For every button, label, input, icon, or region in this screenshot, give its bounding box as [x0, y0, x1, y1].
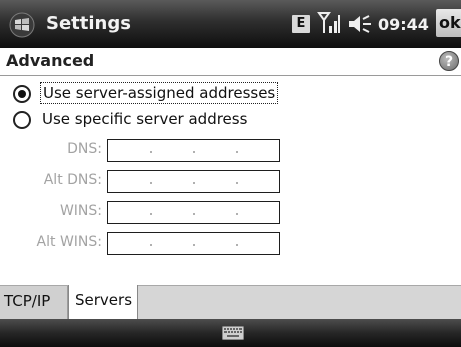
windows-start-icon[interactable]	[9, 12, 35, 38]
wins-input	[107, 201, 280, 224]
app-title: Settings	[46, 13, 131, 34]
radio-button[interactable]	[13, 85, 31, 103]
ip-separator	[236, 213, 238, 215]
page-title: Advanced	[6, 51, 95, 70]
softkey-bar	[0, 319, 461, 347]
ok-button[interactable]: ok	[436, 9, 461, 37]
dns-input	[107, 139, 280, 162]
speaker-icon[interactable]	[347, 13, 373, 35]
alt-wins-field-row: Alt WINS:	[0, 232, 102, 256]
alt-wins-input	[107, 232, 280, 255]
clock[interactable]: 09:44	[378, 15, 429, 34]
ip-separator	[236, 244, 238, 246]
tab-servers[interactable]: Servers	[68, 285, 138, 320]
dns-field-row: DNS:	[0, 139, 102, 163]
radio-label[interactable]: Use server-assigned addresses	[40, 82, 279, 104]
page-header: Advanced ?	[0, 48, 461, 76]
alt-dns-label: Alt DNS:	[43, 172, 102, 188]
radio-server-assigned[interactable]: Use server-assigned addresses	[13, 82, 279, 106]
radio-button[interactable]	[13, 111, 31, 129]
alt-dns-input	[107, 170, 280, 193]
dns-label: DNS:	[67, 141, 102, 157]
title-bar: Settings E 09:44 ok	[0, 0, 461, 48]
ip-separator	[193, 151, 195, 153]
ip-separator	[150, 182, 152, 184]
tab-tcp-ip[interactable]: TCP/IP	[0, 286, 68, 319]
ip-separator	[236, 182, 238, 184]
ip-separator	[193, 213, 195, 215]
wins-field-row: WINS:	[0, 201, 102, 225]
network-type-badge: E	[292, 15, 310, 33]
radio-specific-server[interactable]: Use specific server address	[13, 108, 273, 132]
keyboard-icon[interactable]	[222, 326, 244, 340]
signal-icon[interactable]	[317, 10, 341, 36]
alt-dns-field-row: Alt DNS:	[0, 170, 102, 194]
tab-strip: TCP/IP Servers	[0, 285, 461, 320]
help-icon[interactable]: ?	[439, 51, 459, 71]
ip-separator	[193, 182, 195, 184]
radio-label[interactable]: Use specific server address	[40, 109, 249, 129]
ip-separator	[150, 151, 152, 153]
ip-separator	[150, 213, 152, 215]
radio-selected-dot	[18, 90, 26, 98]
wins-label: WINS:	[59, 203, 102, 219]
ip-separator	[236, 151, 238, 153]
alt-wins-label: Alt WINS:	[36, 234, 102, 250]
ip-separator	[193, 244, 195, 246]
ip-separator	[150, 244, 152, 246]
